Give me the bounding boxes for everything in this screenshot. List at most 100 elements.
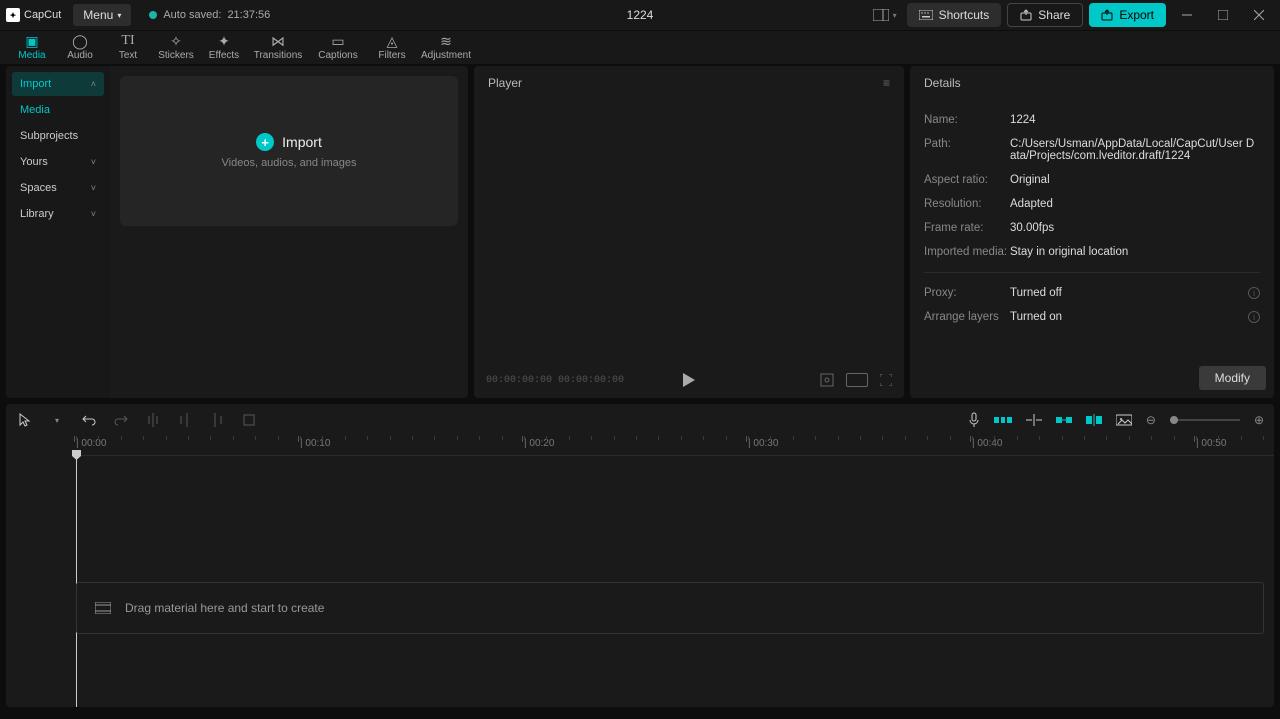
tab-effects[interactable]: ✦Effects — [200, 31, 248, 64]
value-name: 1224 — [1010, 114, 1260, 126]
preview-axis-icon — [1086, 414, 1102, 426]
ruler-tick: | 00:30 — [748, 438, 778, 449]
filmstrip-icon — [95, 602, 111, 614]
value-aspect: Original — [1010, 174, 1260, 186]
layout-button[interactable]: ▾ — [869, 5, 901, 25]
import-dropzone[interactable]: + Import Videos, audios, and images — [120, 76, 458, 226]
value-framerate: 30.00fps — [1010, 222, 1260, 234]
chevron-down-icon: ˅ — [91, 157, 96, 167]
tab-captions[interactable]: ▭Captions — [308, 31, 368, 64]
split-button[interactable] — [144, 413, 162, 427]
close-icon — [1254, 10, 1264, 20]
keyboard-icon — [919, 10, 933, 20]
ruler-tick: | 00:50 — [1196, 438, 1226, 449]
tab-transitions[interactable]: ⋈Transitions — [248, 31, 308, 64]
info-icon[interactable]: i — [1248, 311, 1260, 323]
close-button[interactable] — [1244, 0, 1274, 30]
player-menu-icon[interactable]: ≡ — [883, 76, 890, 90]
label-name: Name: — [924, 114, 1010, 126]
zoom-thumb[interactable] — [1170, 416, 1178, 424]
delete-right-button[interactable] — [208, 413, 226, 427]
details-panel: Details Name:1224 Path:C:/Users/Usman/Ap… — [910, 66, 1274, 398]
cursor-icon — [19, 413, 31, 427]
sidebar-item-import[interactable]: Import˄ — [12, 72, 104, 96]
adjustment-icon: ≋ — [440, 34, 452, 48]
timeline-tracks[interactable]: Drag material here and start to create — [6, 456, 1274, 707]
info-icon[interactable]: i — [1248, 287, 1260, 299]
media-icon: ▣ — [25, 34, 38, 48]
share-button[interactable]: Share — [1007, 3, 1083, 27]
ruler-tick: | 00:10 — [300, 438, 330, 449]
timeline-ruler[interactable]: | 00:00 | 00:10 | 00:20 | 00:30 | 00:40 … — [76, 436, 1274, 456]
autosave-dot-icon — [149, 11, 157, 19]
linkage-icon — [1056, 414, 1072, 426]
tab-media[interactable]: ▣Media — [8, 31, 56, 64]
transitions-icon: ⋈ — [271, 34, 285, 48]
pointer-dropdown[interactable]: ▾ — [48, 416, 66, 425]
play-button[interactable] — [683, 373, 695, 387]
delete-left-button[interactable] — [176, 413, 194, 427]
maximize-button[interactable] — [1208, 0, 1238, 30]
chevron-down-icon: ▾ — [117, 11, 121, 20]
menu-button[interactable]: Menu ▾ — [73, 4, 131, 26]
sidebar-item-subprojects[interactable]: Subprojects — [12, 124, 104, 148]
filters-icon: ◬ — [387, 34, 398, 48]
shortcuts-button[interactable]: Shortcuts — [907, 3, 1002, 27]
tab-adjustment[interactable]: ≋Adjustment — [416, 31, 476, 64]
tab-audio[interactable]: ◯Audio — [56, 31, 104, 64]
sidebar-item-spaces[interactable]: Spaces˅ — [12, 176, 104, 200]
time-current: 00:00:00:00 — [486, 375, 552, 386]
zoom-in[interactable]: ⊕ — [1254, 413, 1264, 427]
preview-axis[interactable] — [1086, 414, 1102, 426]
export-button[interactable]: Export — [1089, 3, 1166, 27]
ruler-tick: | 00:20 — [524, 438, 554, 449]
ruler-tick: | 00:00 — [76, 438, 106, 449]
player-title: Player — [488, 76, 522, 90]
undo-icon — [82, 414, 96, 426]
label-path: Path: — [924, 138, 1010, 150]
import-subtitle: Videos, audios, and images — [222, 157, 357, 169]
text-icon: TI — [121, 34, 134, 48]
details-title: Details — [910, 66, 1274, 100]
label-aspect: Aspect ratio: — [924, 174, 1010, 186]
auto-snap[interactable] — [1026, 414, 1042, 426]
pointer-tool[interactable] — [16, 413, 34, 427]
media-panel: Import˄ Media Subprojects Yours˅ Spaces˅… — [6, 66, 468, 398]
ruler-tick: | 00:40 — [972, 438, 1002, 449]
magnet-main-icon — [994, 414, 1012, 426]
value-imported: Stay in original location — [1010, 246, 1260, 258]
tab-text[interactable]: TIText — [104, 31, 152, 64]
fullscreen-icon[interactable] — [880, 374, 892, 386]
tab-filters[interactable]: ◬Filters — [368, 31, 416, 64]
zoom-slider[interactable] — [1170, 419, 1240, 421]
tab-stickers[interactable]: ✧Stickers — [152, 31, 200, 64]
chevron-down-icon: ▾ — [893, 11, 897, 20]
label-resolution: Resolution: — [924, 198, 1010, 210]
layout-icon — [873, 9, 889, 21]
stickers-icon: ✧ — [170, 34, 182, 48]
play-icon — [683, 373, 695, 387]
zoom-out[interactable]: ⊖ — [1146, 413, 1156, 427]
drop-track[interactable]: Drag material here and start to create — [76, 582, 1264, 634]
cover-button[interactable] — [1116, 414, 1132, 426]
sidebar-item-library[interactable]: Library˅ — [12, 202, 104, 226]
record-button[interactable] — [968, 412, 980, 428]
minimize-button[interactable] — [1172, 0, 1202, 30]
cover-icon — [1116, 414, 1132, 426]
media-sidebar: Import˄ Media Subprojects Yours˅ Spaces˅… — [6, 66, 110, 398]
split-icon — [148, 413, 158, 427]
sidebar-item-media[interactable]: Media — [12, 98, 104, 122]
value-arrange: Turned on — [1010, 311, 1248, 323]
modify-button[interactable]: Modify — [1199, 366, 1266, 390]
time-total: 00:00:00:00 — [558, 375, 624, 386]
undo-button[interactable] — [80, 414, 98, 426]
sidebar-item-yours[interactable]: Yours˅ — [12, 150, 104, 174]
drop-hint: Drag material here and start to create — [125, 601, 324, 615]
ratio-button[interactable] — [846, 373, 868, 387]
compare-icon[interactable] — [820, 373, 834, 387]
linkage-button[interactable] — [1056, 414, 1072, 426]
main-track-magnet[interactable] — [994, 414, 1012, 426]
crop-button[interactable] — [240, 414, 258, 426]
chevron-down-icon: ˅ — [91, 183, 96, 193]
redo-button[interactable] — [112, 414, 130, 426]
